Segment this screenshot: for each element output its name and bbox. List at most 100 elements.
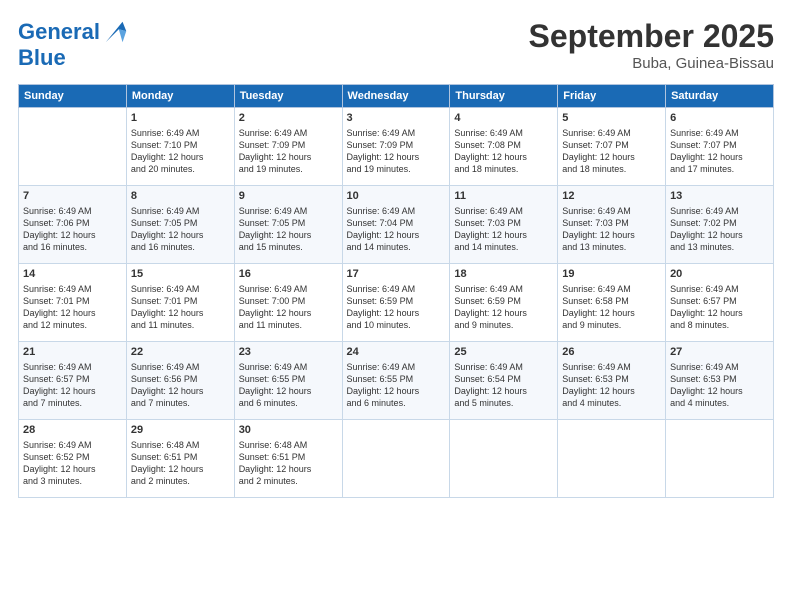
weekday-header-monday: Monday: [126, 85, 234, 108]
day-info: Daylight: 12 hours: [239, 463, 338, 475]
day-info: Daylight: 12 hours: [562, 151, 661, 163]
day-info: Daylight: 12 hours: [23, 463, 122, 475]
day-number: 6: [670, 111, 769, 126]
day-info: and 7 minutes.: [23, 397, 122, 409]
day-info: Sunrise: 6:49 AM: [239, 127, 338, 139]
day-number: 3: [347, 111, 446, 126]
day-number: 27: [670, 345, 769, 360]
day-info: and 16 minutes.: [131, 241, 230, 253]
day-number: 17: [347, 267, 446, 282]
day-info: Sunrise: 6:49 AM: [239, 283, 338, 295]
day-info: Sunset: 7:03 PM: [454, 217, 553, 229]
calendar-cell: 21Sunrise: 6:49 AMSunset: 6:57 PMDayligh…: [19, 342, 127, 420]
day-info: and 14 minutes.: [454, 241, 553, 253]
calendar-cell: [450, 420, 558, 498]
day-info: and 18 minutes.: [562, 163, 661, 175]
day-number: 9: [239, 189, 338, 204]
day-info: Sunset: 6:55 PM: [347, 373, 446, 385]
day-info: Daylight: 12 hours: [670, 229, 769, 241]
day-info: Sunset: 7:09 PM: [239, 139, 338, 151]
day-info: and 20 minutes.: [131, 163, 230, 175]
weekday-header-sunday: Sunday: [19, 85, 127, 108]
day-number: 4: [454, 111, 553, 126]
day-info: Sunset: 7:04 PM: [347, 217, 446, 229]
calendar-cell: 17Sunrise: 6:49 AMSunset: 6:59 PMDayligh…: [342, 264, 450, 342]
day-info: Sunset: 7:05 PM: [239, 217, 338, 229]
calendar-cell: 27Sunrise: 6:49 AMSunset: 6:53 PMDayligh…: [666, 342, 774, 420]
day-info: and 15 minutes.: [239, 241, 338, 253]
day-info: Sunset: 7:00 PM: [239, 295, 338, 307]
day-info: Sunrise: 6:49 AM: [454, 127, 553, 139]
day-number: 23: [239, 345, 338, 360]
day-info: Daylight: 12 hours: [347, 385, 446, 397]
day-info: and 4 minutes.: [670, 397, 769, 409]
calendar-cell: [558, 420, 666, 498]
calendar-week-5: 28Sunrise: 6:49 AMSunset: 6:52 PMDayligh…: [19, 420, 774, 498]
day-number: 10: [347, 189, 446, 204]
day-info: Sunset: 7:10 PM: [131, 139, 230, 151]
day-info: and 10 minutes.: [347, 319, 446, 331]
day-info: Sunrise: 6:49 AM: [347, 361, 446, 373]
calendar-cell: 4Sunrise: 6:49 AMSunset: 7:08 PMDaylight…: [450, 108, 558, 186]
day-info: Daylight: 12 hours: [239, 151, 338, 163]
calendar-table: SundayMondayTuesdayWednesdayThursdayFrid…: [18, 84, 774, 498]
day-info: and 2 minutes.: [131, 475, 230, 487]
day-info: Daylight: 12 hours: [454, 229, 553, 241]
day-number: 22: [131, 345, 230, 360]
day-number: 1: [131, 111, 230, 126]
calendar-cell: 3Sunrise: 6:49 AMSunset: 7:09 PMDaylight…: [342, 108, 450, 186]
day-info: Daylight: 12 hours: [347, 307, 446, 319]
calendar-week-4: 21Sunrise: 6:49 AMSunset: 6:57 PMDayligh…: [19, 342, 774, 420]
weekday-header-tuesday: Tuesday: [234, 85, 342, 108]
day-number: 8: [131, 189, 230, 204]
day-info: and 5 minutes.: [454, 397, 553, 409]
day-info: Daylight: 12 hours: [347, 229, 446, 241]
day-info: Sunrise: 6:49 AM: [562, 361, 661, 373]
day-info: Sunrise: 6:49 AM: [23, 361, 122, 373]
weekday-header-thursday: Thursday: [450, 85, 558, 108]
day-info: and 17 minutes.: [670, 163, 769, 175]
calendar-week-1: 1Sunrise: 6:49 AMSunset: 7:10 PMDaylight…: [19, 108, 774, 186]
day-info: Sunrise: 6:49 AM: [23, 283, 122, 295]
day-info: Daylight: 12 hours: [670, 307, 769, 319]
day-info: Sunrise: 6:49 AM: [670, 127, 769, 139]
day-number: 5: [562, 111, 661, 126]
day-number: 7: [23, 189, 122, 204]
day-info: Sunset: 6:51 PM: [131, 451, 230, 463]
day-info: Sunset: 6:59 PM: [454, 295, 553, 307]
day-info: Daylight: 12 hours: [131, 151, 230, 163]
calendar-week-2: 7Sunrise: 6:49 AMSunset: 7:06 PMDaylight…: [19, 186, 774, 264]
day-info: Sunrise: 6:49 AM: [454, 361, 553, 373]
day-info: Sunset: 6:51 PM: [239, 451, 338, 463]
day-info: and 13 minutes.: [562, 241, 661, 253]
day-info: Daylight: 12 hours: [454, 385, 553, 397]
day-number: 13: [670, 189, 769, 204]
day-info: and 16 minutes.: [23, 241, 122, 253]
calendar-cell: 18Sunrise: 6:49 AMSunset: 6:59 PMDayligh…: [450, 264, 558, 342]
day-number: 21: [23, 345, 122, 360]
logo-blue-text: Blue: [18, 46, 130, 70]
day-info: Sunrise: 6:49 AM: [454, 283, 553, 295]
day-number: 19: [562, 267, 661, 282]
weekday-header-wednesday: Wednesday: [342, 85, 450, 108]
day-info: Daylight: 12 hours: [131, 229, 230, 241]
day-info: Daylight: 12 hours: [23, 229, 122, 241]
day-number: 16: [239, 267, 338, 282]
day-info: Sunrise: 6:48 AM: [239, 439, 338, 451]
day-info: Sunset: 6:53 PM: [562, 373, 661, 385]
calendar-title: September 2025: [529, 18, 774, 55]
day-info: and 14 minutes.: [347, 241, 446, 253]
day-info: Sunset: 7:05 PM: [131, 217, 230, 229]
weekday-header-saturday: Saturday: [666, 85, 774, 108]
day-info: Daylight: 12 hours: [131, 385, 230, 397]
day-info: Sunrise: 6:49 AM: [23, 205, 122, 217]
day-info: Daylight: 12 hours: [562, 385, 661, 397]
day-info: Sunset: 6:58 PM: [562, 295, 661, 307]
calendar-cell: 10Sunrise: 6:49 AMSunset: 7:04 PMDayligh…: [342, 186, 450, 264]
header: General Blue September 2025 Buba, Guinea…: [18, 18, 774, 72]
day-info: Sunrise: 6:49 AM: [131, 127, 230, 139]
calendar-cell: 28Sunrise: 6:49 AMSunset: 6:52 PMDayligh…: [19, 420, 127, 498]
day-info: Sunrise: 6:49 AM: [670, 205, 769, 217]
logo-text: General: [18, 20, 100, 44]
day-info: Daylight: 12 hours: [23, 307, 122, 319]
